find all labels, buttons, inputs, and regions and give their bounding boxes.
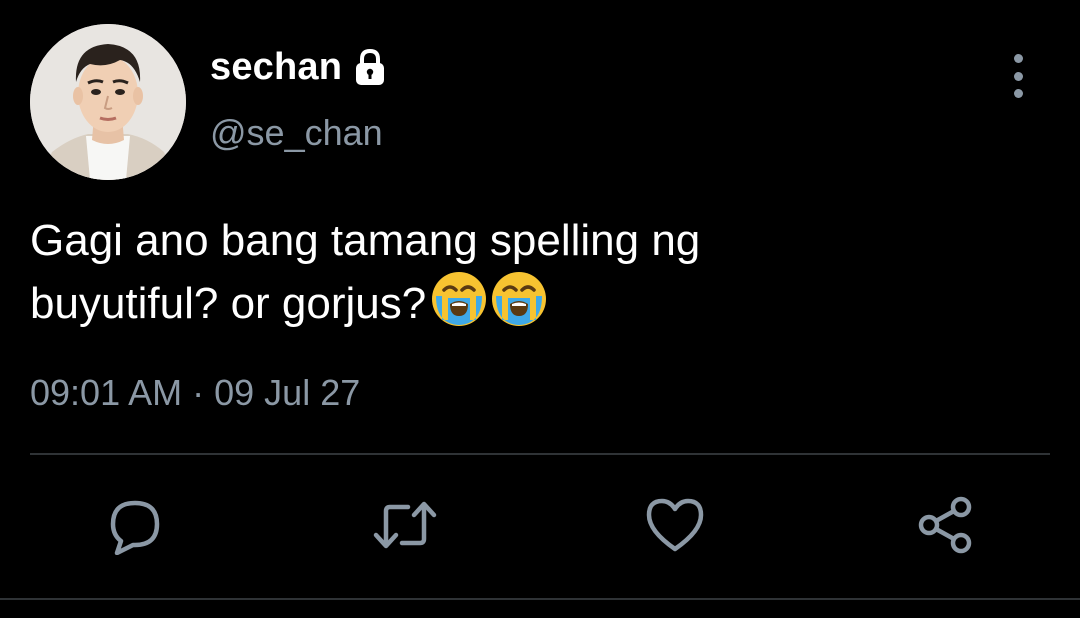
- speech-bubble-icon: [110, 500, 160, 555]
- author-handle[interactable]: @se_chan: [210, 112, 383, 154]
- more-options-button[interactable]: [998, 54, 1038, 98]
- action-bar: [0, 492, 1080, 558]
- author-name-row[interactable]: sechan: [210, 44, 390, 90]
- more-dot: [1013, 89, 1023, 98]
- tweet-text: Gagi ano bang tamang spelling ng buyutif…: [30, 212, 1040, 343]
- tweet-text-line-2: buyutiful? or gorjus?: [30, 279, 427, 328]
- divider: [0, 598, 1080, 600]
- tweet-text-line-2-wrap: buyutiful? or gorjus?: [30, 270, 1040, 343]
- reply-button[interactable]: [102, 492, 168, 558]
- timestamp-separator: ·: [192, 372, 205, 413]
- tweet-time: 09:01 AM: [30, 372, 183, 413]
- tweet-text-line-1: Gagi ano bang tamang spelling ng: [30, 216, 701, 265]
- tweet-date: 09 Jul 27: [214, 372, 361, 413]
- loudly-crying-face-icon: [432, 272, 487, 326]
- divider: [30, 453, 1050, 455]
- more-vertical-icon: [1013, 54, 1023, 63]
- retweet-button[interactable]: [372, 492, 438, 558]
- more-dot: [1013, 71, 1023, 81]
- avatar[interactable]: [30, 24, 186, 180]
- lock-icon: [350, 47, 390, 87]
- loudly-crying-face-icon: [492, 272, 547, 326]
- profile-photo: [30, 24, 186, 180]
- emoji-group: [430, 270, 550, 343]
- retweet-icon: [373, 501, 437, 549]
- display-name[interactable]: sechan: [210, 46, 342, 89]
- timestamp[interactable]: 09:01 AM · 09 Jul 27: [30, 372, 360, 414]
- heart-icon: [646, 498, 704, 552]
- like-button[interactable]: [642, 492, 708, 558]
- share-button[interactable]: [912, 492, 978, 558]
- share-icon: [918, 496, 972, 554]
